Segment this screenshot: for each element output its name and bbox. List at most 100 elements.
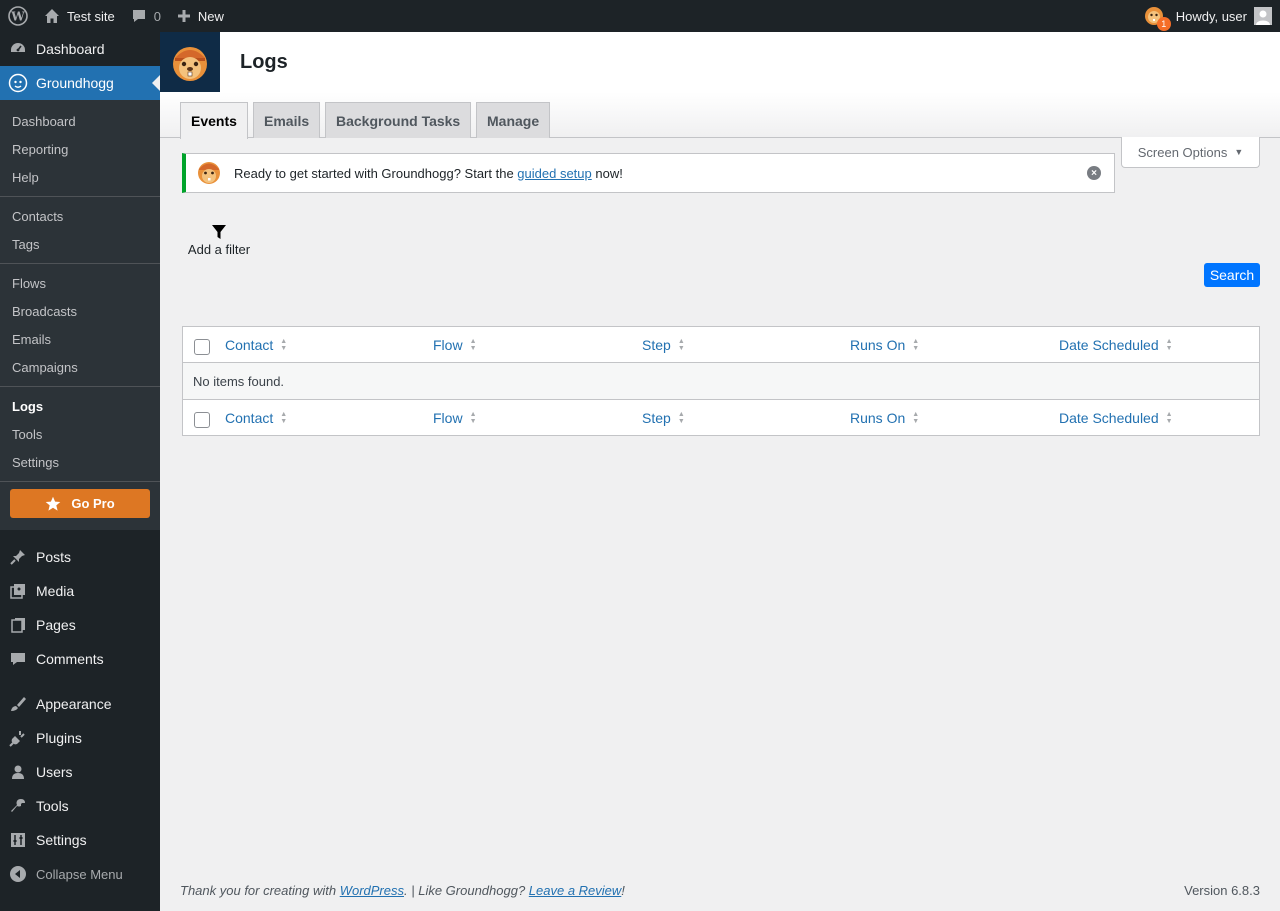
column-date-scheduled[interactable]: Date Scheduled ▲ ▼: [1059, 327, 1173, 363]
sidebar-item-tools[interactable]: Tools: [0, 789, 160, 823]
setup-notice: Ready to get started with Groundhogg? St…: [182, 153, 1115, 193]
submenu-help[interactable]: Help: [0, 163, 160, 191]
submenu-contacts[interactable]: Contacts: [0, 202, 160, 230]
comments-link[interactable]: 0: [123, 0, 169, 32]
tab-emails[interactable]: Emails: [253, 102, 321, 138]
sidebar-item-comments[interactable]: Comments: [0, 642, 160, 676]
column-flow[interactable]: Flow ▲ ▼: [433, 400, 477, 436]
column-label: Date Scheduled: [1059, 410, 1159, 426]
column-step[interactable]: Step ▲ ▼: [642, 327, 685, 363]
submenu-settings[interactable]: Settings: [0, 448, 160, 476]
column-contact[interactable]: Contact ▲ ▼: [225, 327, 287, 363]
sort-icon: ▲ ▼: [469, 411, 477, 425]
go-pro-button[interactable]: Go Pro: [10, 489, 150, 518]
column-runs-on[interactable]: Runs On ▲ ▼: [850, 327, 919, 363]
brush-icon: [0, 695, 36, 713]
submenu-campaigns[interactable]: Campaigns: [0, 353, 160, 381]
sort-icon: ▲ ▼: [1165, 338, 1173, 352]
leave-review-link[interactable]: Leave a Review: [529, 883, 622, 898]
media-icon: [0, 582, 36, 600]
add-filter-button[interactable]: Add a filter: [187, 224, 251, 257]
tab-manage[interactable]: Manage: [476, 102, 551, 138]
column-label: Runs On: [850, 410, 906, 426]
column-label: Flow: [433, 337, 463, 353]
dashboard-icon: [0, 40, 36, 58]
my-account-menu[interactable]: Howdy, user: [1176, 7, 1280, 25]
plus-icon: [177, 9, 191, 23]
submenu-dashboard[interactable]: Dashboard: [0, 107, 160, 135]
guided-setup-link[interactable]: guided setup: [517, 166, 591, 181]
sidebar-item-settings[interactable]: Settings: [0, 823, 160, 857]
filter-icon: [187, 224, 251, 240]
sort-icon: ▲ ▼: [677, 338, 685, 352]
groundhogg-mascot-icon: [196, 158, 222, 189]
sidebar-item-plugins[interactable]: Plugins: [0, 721, 160, 755]
sidebar-item-posts[interactable]: Posts: [0, 540, 160, 574]
submenu-reporting[interactable]: Reporting: [0, 135, 160, 163]
page-title: Logs: [240, 50, 288, 73]
sidebar-item-media[interactable]: Media: [0, 574, 160, 608]
site-name-link[interactable]: Test site: [36, 0, 123, 32]
admin-sidebar: Dashboard Groundhogg Dashboard Reporting…: [0, 32, 160, 911]
nav-tab-wrapper: Events Emails Background Tasks Manage: [160, 92, 1280, 139]
sidebar-item-pages[interactable]: Pages: [0, 608, 160, 642]
wordpress-logo-icon[interactable]: W: [0, 0, 36, 32]
groundhogg-notifications-icon[interactable]: 1: [1144, 6, 1171, 31]
admin-footer: Thank you for creating with WordPress. |…: [180, 883, 1260, 898]
collapse-menu-button[interactable]: Collapse Menu: [0, 857, 160, 891]
sort-icon: ▲ ▼: [280, 338, 288, 352]
plug-icon: [0, 729, 36, 747]
sidebar-item-users[interactable]: Users: [0, 755, 160, 789]
select-all-checkbox[interactable]: [194, 412, 210, 428]
column-date-scheduled[interactable]: Date Scheduled ▲ ▼: [1059, 400, 1173, 436]
submenu-tags[interactable]: Tags: [0, 230, 160, 258]
site-name: Test site: [67, 8, 115, 24]
sort-icon: ▲ ▼: [1165, 411, 1173, 425]
user-icon: [0, 763, 36, 781]
sidebar-item-label: Users: [36, 764, 73, 780]
column-label: Step: [642, 337, 671, 353]
footer-text: . | Like Groundhogg?: [404, 883, 529, 898]
search-button[interactable]: Search: [1204, 263, 1260, 287]
sidebar-item-label: Posts: [36, 549, 72, 565]
groundhogg-icon: [0, 73, 36, 93]
dismiss-notice-icon[interactable]: ×: [1087, 166, 1101, 180]
sidebar-item-label: Tools: [36, 798, 69, 814]
footer-text: Thank you for creating with: [180, 883, 340, 898]
svg-text:W: W: [10, 10, 25, 24]
sidebar-item-appearance[interactable]: Appearance: [0, 687, 160, 721]
sidebar-item-label: Media: [36, 583, 75, 599]
groundhogg-submenu: Dashboard Reporting Help Contacts Tags F…: [0, 100, 160, 530]
new-label: New: [197, 8, 224, 24]
caret-down-icon: ▼: [1234, 147, 1244, 157]
sidebar-item-label: Settings: [36, 832, 87, 848]
sidebar-item-label: Pages: [36, 617, 76, 633]
notice-text-after: now!: [591, 165, 623, 181]
tab-events[interactable]: Events: [180, 102, 248, 139]
column-contact[interactable]: Contact ▲ ▼: [225, 400, 287, 436]
screen-options-button[interactable]: Screen Options ▼: [1121, 137, 1260, 168]
sidebar-item-label: Plugins: [36, 730, 82, 746]
column-step[interactable]: Step ▲ ▼: [642, 400, 685, 436]
column-flow[interactable]: Flow ▲ ▼: [433, 327, 477, 363]
sidebar-item-label: Comments: [36, 651, 104, 667]
sidebar-item-groundhogg[interactable]: Groundhogg: [0, 66, 160, 100]
submenu-emails[interactable]: Emails: [0, 325, 160, 353]
new-content-link[interactable]: New: [169, 0, 232, 32]
avatar: [1254, 7, 1272, 25]
comment-icon: [131, 8, 147, 24]
submenu-logs[interactable]: Logs: [0, 392, 160, 420]
sort-icon: ▲ ▼: [912, 411, 920, 425]
column-runs-on[interactable]: Runs On ▲ ▼: [850, 400, 919, 436]
sort-icon: ▲ ▼: [912, 338, 920, 352]
submenu-broadcasts[interactable]: Broadcasts: [0, 297, 160, 325]
submenu-flows[interactable]: Flows: [0, 269, 160, 297]
submenu-tools[interactable]: Tools: [0, 420, 160, 448]
column-label: Contact: [225, 410, 274, 426]
submenu-divider: [0, 481, 160, 482]
footer-text: !: [621, 883, 625, 898]
select-all-checkbox[interactable]: [194, 339, 210, 355]
sidebar-item-dashboard[interactable]: Dashboard: [0, 32, 160, 66]
tab-background-tasks[interactable]: Background Tasks: [325, 102, 472, 138]
wordpress-link[interactable]: WordPress: [340, 883, 404, 898]
